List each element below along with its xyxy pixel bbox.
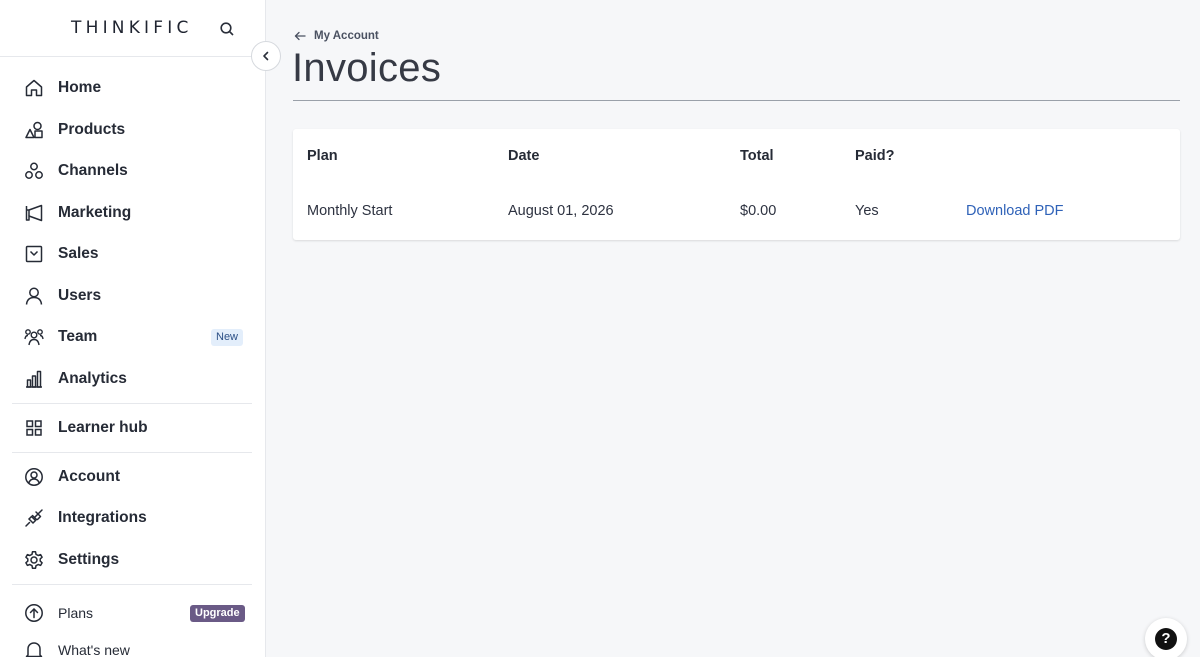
sidebar-item-label: Users: [58, 287, 102, 304]
sidebar-item-home[interactable]: Home: [12, 68, 252, 108]
help-icon: ?: [1155, 628, 1177, 650]
gear-icon: [25, 551, 43, 569]
sidebar-item-analytics[interactable]: Analytics: [12, 359, 252, 399]
sidebar-item-label: Channels: [58, 162, 128, 179]
sidebar: THINKIFIC Home Products Channels Marketi…: [0, 0, 266, 657]
sidebar-item-whats-new[interactable]: What's new: [12, 630, 252, 657]
collapse-sidebar-button[interactable]: [251, 41, 281, 71]
search-icon[interactable]: [219, 21, 235, 37]
sidebar-item-products[interactable]: Products: [12, 110, 252, 150]
sidebar-item-label: Home: [58, 79, 102, 96]
sidebar-item-label: Learner hub: [58, 419, 148, 436]
account-icon: [25, 468, 43, 486]
arrow-up-circle-icon: [25, 604, 43, 622]
sidebar-item-account[interactable]: Account: [12, 457, 252, 497]
sidebar-item-label: Account: [58, 468, 120, 485]
sidebar-item-team[interactable]: Team New: [12, 317, 252, 357]
sidebar-item-label: Sales: [58, 245, 99, 262]
invoices-table: Plan Date Total Paid? Monthly Start Augu…: [293, 129, 1180, 240]
sidebar-item-plans[interactable]: Plans Upgrade: [12, 593, 252, 633]
sidebar-item-label: Team: [58, 328, 98, 345]
chevron-left-icon: [263, 51, 269, 61]
cell-plan: Monthly Start: [307, 203, 393, 219]
sidebar-item-users[interactable]: Users: [12, 276, 252, 316]
sidebar-item-label: Analytics: [58, 370, 127, 387]
upgrade-badge[interactable]: Upgrade: [190, 605, 245, 622]
cell-date: August 01, 2026: [508, 203, 614, 219]
arrow-left-icon: [294, 31, 306, 41]
grid-icon: [26, 420, 42, 436]
column-header-total: Total: [740, 148, 774, 164]
page-title: Invoices: [292, 46, 442, 90]
sidebar-item-label: What's new: [58, 642, 130, 657]
sidebar-divider: [12, 452, 252, 453]
plug-icon: [25, 509, 43, 527]
sidebar-item-label: Settings: [58, 551, 120, 568]
new-badge: New: [211, 329, 244, 346]
table-header-row: Plan Date Total Paid?: [293, 129, 1180, 184]
brand-bar: THINKIFIC: [0, 0, 265, 57]
sidebar-item-settings[interactable]: Settings: [12, 540, 252, 580]
bell-icon: [25, 642, 43, 657]
download-pdf-link[interactable]: Download PDF: [966, 203, 1064, 219]
help-button[interactable]: ?: [1145, 618, 1187, 657]
thinkific-logo[interactable]: THINKIFIC: [71, 18, 193, 38]
back-link-label: My Account: [314, 30, 379, 42]
back-to-my-account-link[interactable]: My Account: [294, 30, 379, 42]
cell-total: $0.00: [740, 203, 777, 219]
sidebar-item-label: Marketing: [58, 204, 132, 221]
title-divider: [293, 100, 1180, 101]
sidebar-item-channels[interactable]: Channels: [12, 151, 252, 191]
sidebar-item-label: Products: [58, 121, 126, 138]
team-icon: [24, 329, 44, 346]
user-icon: [25, 287, 43, 305]
sidebar-divider: [12, 584, 252, 585]
products-icon: [25, 121, 43, 139]
sidebar-item-label: Integrations: [58, 509, 147, 526]
sidebar-item-marketing[interactable]: Marketing: [12, 193, 252, 233]
home-icon: [25, 79, 43, 97]
sales-icon: [25, 245, 43, 263]
column-header-paid: Paid?: [855, 148, 895, 164]
sidebar-divider: [12, 403, 252, 404]
sidebar-item-integrations[interactable]: Integrations: [12, 498, 252, 538]
channels-icon: [25, 162, 43, 179]
sidebar-item-label: Plans: [58, 605, 94, 621]
analytics-icon: [26, 370, 42, 388]
sidebar-item-sales[interactable]: Sales: [12, 234, 252, 274]
cell-paid: Yes: [855, 203, 879, 219]
column-header-plan: Plan: [307, 148, 338, 164]
main-content: My Account Invoices Plan Date Total Paid…: [266, 0, 1200, 657]
megaphone-icon: [25, 204, 43, 222]
column-header-date: Date: [508, 148, 540, 164]
sidebar-item-learner-hub[interactable]: Learner hub: [12, 408, 252, 448]
